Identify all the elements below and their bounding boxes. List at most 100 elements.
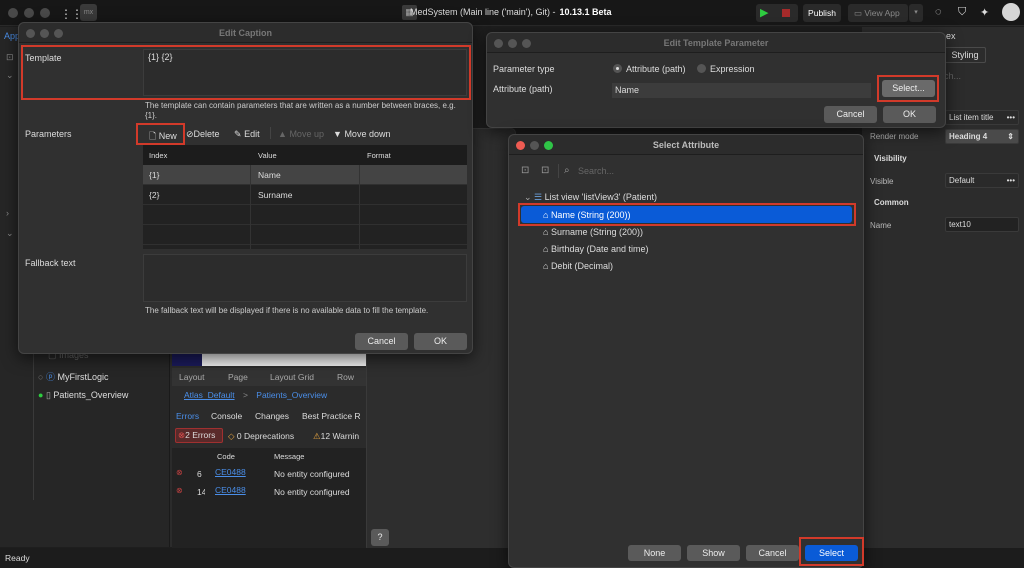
error-icon: ⊗: [176, 486, 183, 495]
select-button[interactable]: Select: [805, 545, 858, 561]
cancel-button[interactable]: Cancel: [824, 106, 877, 123]
window-close-button[interactable]: [26, 29, 35, 38]
select-attribute-button[interactable]: Select...: [882, 80, 935, 97]
publish-button[interactable]: Publish: [803, 4, 841, 22]
feedback-icon[interactable]: ◌: [935, 6, 942, 18]
view-app-button[interactable]: ▭ View App: [848, 4, 908, 22]
window-close-button[interactable]: [8, 8, 18, 18]
collapse-all-icon[interactable]: ⊡: [6, 52, 14, 63]
cancel-button[interactable]: Cancel: [746, 545, 799, 561]
window-zoom-button[interactable]: [522, 39, 531, 48]
window-zoom-button[interactable]: [54, 29, 63, 38]
warnings-filter-toggle[interactable]: ⚠12 Warnin: [313, 431, 368, 442]
window-close-button[interactable]: [494, 39, 503, 48]
tree-item-patients-overview[interactable]: ● ▯ Patients_Overview: [38, 390, 128, 401]
breadcrumb-link-layout[interactable]: Atlas_Default: [184, 390, 235, 400]
breadcrumb-link-page[interactable]: Patients_Overview: [256, 390, 327, 400]
avatar[interactable]: [1002, 3, 1020, 21]
fallback-help-text: The fallback text will be displayed if t…: [145, 306, 429, 315]
chevron-down-icon[interactable]: ⌄: [6, 228, 14, 239]
window-minimize-button[interactable]: [508, 39, 517, 48]
attribute-item-surname[interactable]: ⌂ Surname (String (200)): [543, 227, 643, 237]
error-code-link[interactable]: CE0488: [215, 467, 246, 477]
edit-label: Edit: [244, 129, 260, 139]
radio-expression[interactable]: [697, 64, 706, 73]
error-row[interactable]: ⊗ 6 CE0488 No entity configured: [172, 464, 368, 482]
tab-best-practice[interactable]: Best Practice R: [302, 411, 361, 421]
cancel-button[interactable]: Cancel: [355, 333, 408, 350]
visible-value: Default: [949, 176, 975, 185]
window-minimize-button[interactable]: [530, 141, 539, 150]
visibility-section: Visibility: [874, 154, 907, 163]
run-icon[interactable]: ▶: [760, 6, 768, 19]
window-zoom-button[interactable]: [40, 8, 50, 18]
radio-attribute-path[interactable]: [613, 64, 622, 73]
crumb-layout-grid[interactable]: Layout Grid: [270, 372, 314, 382]
tree-item-myfirstlogic[interactable]: ○ ⓟ MyFirstLogic: [38, 370, 108, 383]
render-mode-select[interactable]: Heading 4 ⇕: [945, 129, 1019, 144]
window-minimize-button[interactable]: [40, 29, 49, 38]
ok-button[interactable]: OK: [883, 106, 936, 123]
show-button[interactable]: Show: [687, 545, 740, 561]
chevron-right-icon[interactable]: ›: [6, 208, 9, 218]
chevron-down-icon[interactable]: ⌄: [6, 70, 14, 81]
new-parameter-button[interactable]: 🗋 New: [149, 129, 177, 145]
attribute-item-name[interactable]: ⌂ Name (String (200)): [543, 210, 630, 220]
window-close-button[interactable]: [516, 141, 525, 150]
error-line: 6: [197, 469, 202, 479]
view-app-dropdown[interactable]: ▾: [909, 4, 923, 22]
search-input[interactable]: Search...: [578, 166, 614, 176]
crumb-layout[interactable]: Layout: [179, 372, 205, 382]
tab-errors[interactable]: Errors: [176, 411, 199, 421]
deprecations-count: 0 Deprecations: [236, 431, 295, 441]
marketplace-icon[interactable]: ⛉: [958, 6, 966, 19]
help-button[interactable]: ?: [371, 529, 389, 546]
window-zoom-button[interactable]: [544, 141, 553, 150]
attribute-path-input[interactable]: Name: [612, 83, 871, 98]
move-down-button[interactable]: ▼ Move down: [333, 129, 390, 139]
param-index: {2}: [149, 190, 160, 200]
more-icon[interactable]: •••: [1007, 111, 1015, 124]
table-row-empty: [143, 205, 467, 225]
tab-console[interactable]: Console: [211, 411, 242, 421]
param-value: Name: [258, 170, 281, 180]
attribute-item-debit[interactable]: ⌂ Debit (Decimal): [543, 261, 613, 271]
crumb-page[interactable]: Page: [228, 372, 248, 382]
collapse-all-icon[interactable]: ⊡: [521, 165, 529, 176]
stop-icon[interactable]: [782, 9, 790, 17]
errors-filter-toggle[interactable]: ⊗2 Errors: [175, 428, 223, 443]
crumb-row[interactable]: Row: [337, 372, 354, 382]
edit-parameter-button[interactable]: ✎ Edit: [234, 129, 260, 140]
expand-all-icon[interactable]: ⊡: [541, 165, 549, 176]
attribute-item-birthday[interactable]: ⌂ Birthday (Date and time): [543, 244, 648, 254]
dialog-title: Select Attribute: [509, 135, 863, 155]
tab-changes[interactable]: Changes: [255, 411, 289, 421]
name-input[interactable]: text10: [945, 217, 1019, 232]
error-message: No entity configured: [274, 487, 350, 497]
sparkle-icon[interactable]: ✦: [980, 6, 989, 19]
properties-search[interactable]: ch...: [944, 71, 961, 81]
error-row[interactable]: ⊗ 14 CE0488 No entity configured: [172, 482, 368, 500]
visible-field[interactable]: Default •••: [945, 173, 1019, 188]
tree-root-listview[interactable]: ⌄ ☰ List view 'listView3' (Patient): [524, 192, 657, 203]
breadcrumb: Atlas_Default > Patients_Overview: [184, 390, 327, 400]
move-up-button[interactable]: ▲ Move up: [278, 129, 324, 139]
template-input[interactable]: {1} {2}: [143, 49, 467, 96]
parameter-type-label: Parameter type: [493, 64, 555, 74]
tab-styling[interactable]: Styling: [944, 47, 986, 63]
caption-field[interactable]: List item title •••: [945, 110, 1019, 125]
fallback-input[interactable]: [143, 254, 467, 302]
none-button[interactable]: None: [628, 545, 681, 561]
fallback-label: Fallback text: [25, 258, 76, 268]
window-minimize-button[interactable]: [24, 8, 34, 18]
triangle-down-icon: ▼: [333, 129, 342, 139]
delete-parameter-button[interactable]: ⊘Delete: [186, 129, 220, 140]
panel-title-suffix: ex: [946, 31, 956, 41]
ok-button[interactable]: OK: [414, 333, 467, 350]
deprecations-filter-toggle[interactable]: ◇ 0 Deprecations: [228, 431, 294, 442]
more-icon[interactable]: •••: [1007, 174, 1015, 187]
table-row[interactable]: {2} Surname: [143, 185, 467, 205]
error-code-link[interactable]: CE0488: [215, 485, 246, 495]
error-line: 14: [197, 487, 205, 497]
table-row[interactable]: {1} Name: [143, 165, 467, 185]
